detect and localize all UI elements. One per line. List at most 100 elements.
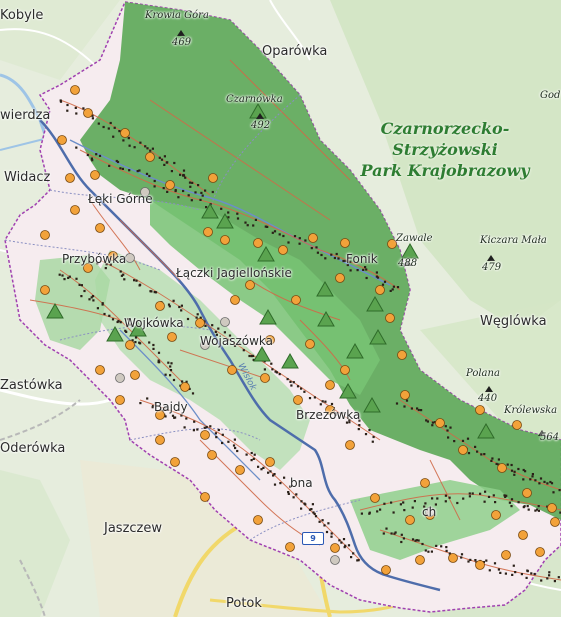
poi-marker[interactable] (512, 420, 522, 430)
building (91, 117, 94, 120)
poi-marker[interactable] (475, 560, 485, 570)
poi-marker[interactable] (155, 301, 165, 311)
poi-marker[interactable] (95, 223, 105, 233)
poi-marker[interactable] (65, 173, 75, 183)
poi-marker[interactable] (340, 365, 350, 375)
poi-marker[interactable] (340, 238, 350, 248)
building (550, 482, 554, 485)
poi-marker[interactable] (291, 295, 301, 305)
building (157, 351, 161, 354)
poi-marker[interactable] (260, 373, 270, 383)
poi-marker[interactable] (70, 205, 80, 215)
poi-marker[interactable] (375, 285, 385, 295)
poi-marker[interactable] (501, 550, 511, 560)
poi-marker[interactable] (458, 445, 468, 455)
poi-marker[interactable] (330, 555, 340, 565)
building (460, 553, 464, 556)
poi-marker[interactable] (208, 173, 218, 183)
poi-marker[interactable] (522, 488, 532, 498)
poi-marker[interactable] (253, 515, 263, 525)
building (188, 181, 192, 184)
poi-marker[interactable] (278, 245, 288, 255)
building (191, 181, 194, 184)
poi-marker[interactable] (535, 547, 545, 557)
poi-marker[interactable] (491, 510, 501, 520)
poi-marker[interactable] (165, 180, 175, 190)
poi-marker[interactable] (397, 350, 407, 360)
poi-marker[interactable] (170, 457, 180, 467)
building (444, 425, 447, 428)
poi-marker[interactable] (220, 317, 230, 327)
poi-marker[interactable] (167, 332, 177, 342)
building (172, 378, 176, 382)
building (96, 307, 99, 310)
poi-marker[interactable] (448, 553, 458, 563)
poi-marker[interactable] (305, 339, 315, 349)
building (58, 273, 61, 276)
poi-marker[interactable] (415, 555, 425, 565)
poi-marker[interactable] (475, 405, 485, 415)
poi-marker[interactable] (130, 370, 140, 380)
poi-marker[interactable] (308, 233, 318, 243)
poi-marker[interactable] (330, 543, 340, 553)
building (403, 509, 406, 512)
poi-marker[interactable] (325, 380, 335, 390)
poi-marker[interactable] (230, 295, 240, 305)
poi-marker[interactable] (57, 135, 67, 145)
building (290, 384, 293, 387)
poi-marker[interactable] (385, 313, 395, 323)
poi-marker[interactable] (285, 542, 295, 552)
poi-marker[interactable] (235, 465, 245, 475)
poi-marker[interactable] (381, 565, 391, 575)
poi-marker[interactable] (497, 463, 507, 473)
poi-marker[interactable] (220, 235, 230, 245)
poi-marker[interactable] (550, 517, 560, 527)
poi-marker[interactable] (293, 395, 303, 405)
poi-marker[interactable] (40, 285, 50, 295)
building (174, 189, 177, 192)
poi-marker[interactable] (200, 492, 210, 502)
poi-marker[interactable] (547, 503, 557, 513)
building (548, 574, 551, 577)
peak-elev-krowia-gora: 469 (172, 37, 192, 48)
poi-marker[interactable] (125, 340, 135, 350)
poi-marker[interactable] (400, 390, 410, 400)
building (169, 374, 172, 377)
poi-marker[interactable] (200, 430, 210, 440)
poi-marker[interactable] (203, 227, 213, 237)
poi-marker[interactable] (207, 450, 217, 460)
poi-marker[interactable] (345, 440, 355, 450)
building (330, 253, 333, 256)
poi-marker[interactable] (95, 365, 105, 375)
poi-marker[interactable] (115, 395, 125, 405)
poi-marker[interactable] (265, 457, 275, 467)
poi-marker[interactable] (90, 170, 100, 180)
poi-marker[interactable] (120, 128, 130, 138)
building (360, 512, 363, 515)
poi-marker[interactable] (195, 318, 205, 328)
building (480, 453, 483, 456)
poi-marker[interactable] (83, 108, 93, 118)
poi-marker[interactable] (245, 280, 255, 290)
map-canvas[interactable]: 9 Czarnorzecko- Strzyżowski Park Krajobr… (0, 0, 561, 617)
poi-marker[interactable] (370, 493, 380, 503)
poi-marker[interactable] (435, 418, 445, 428)
poi-marker[interactable] (115, 373, 125, 383)
building (266, 225, 269, 228)
poi-marker[interactable] (70, 85, 80, 95)
poi-marker[interactable] (405, 515, 415, 525)
poi-marker[interactable] (518, 530, 528, 540)
poi-marker[interactable] (180, 382, 190, 392)
building (119, 167, 122, 170)
poi-marker[interactable] (155, 435, 165, 445)
poi-marker[interactable] (40, 230, 50, 240)
poi-marker[interactable] (420, 478, 430, 488)
building (333, 256, 336, 260)
poi-marker[interactable] (335, 273, 345, 283)
building (146, 397, 149, 400)
poi-marker[interactable] (253, 238, 263, 248)
map-layer[interactable] (0, 0, 561, 617)
poi-marker[interactable] (145, 152, 155, 162)
poi-marker[interactable] (125, 253, 135, 263)
building (368, 429, 371, 432)
